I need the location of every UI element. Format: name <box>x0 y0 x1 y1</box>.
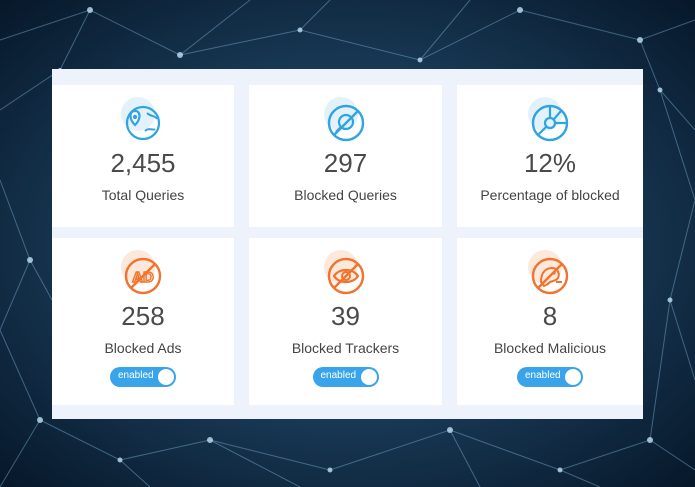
stat-card-blocked-trackers: 39 Blocked Trackers enabled <box>249 238 442 405</box>
stat-label: Blocked Ads <box>104 340 182 356</box>
toggle-label: enabled <box>118 370 154 381</box>
stats-panel: 2,455 Total Queries 297 Blocked Queries … <box>52 69 643 419</box>
blocked-malicious-icon <box>524 248 576 300</box>
toggle-label: enabled <box>525 370 561 381</box>
stat-label: Percentage of blocked <box>480 187 620 203</box>
stat-card-percentage-blocked: 12% Percentage of blocked <box>457 85 643 227</box>
malicious-blocking-toggle[interactable]: enabled <box>517 367 583 387</box>
toggle-knob <box>360 369 377 385</box>
stat-value: 2,455 <box>110 148 176 178</box>
ads-blocking-toggle[interactable]: enabled <box>110 367 176 387</box>
pie-chart-icon <box>524 95 576 147</box>
globe-pin-icon <box>117 95 169 147</box>
stat-label: Blocked Queries <box>294 187 397 203</box>
stat-card-blocked-queries: 297 Blocked Queries <box>249 85 442 227</box>
stat-card-blocked-malicious: 8 Blocked Malicious enabled <box>457 238 643 405</box>
stat-value: 12% <box>523 148 577 178</box>
stat-card-blocked-ads: AD 258 Blocked Ads enabled <box>52 238 234 405</box>
stat-label: Blocked Trackers <box>291 340 400 356</box>
stat-label: Blocked Malicious <box>493 340 607 356</box>
stat-value: 258 <box>121 301 165 331</box>
stat-label: Total Queries <box>101 187 185 203</box>
toggle-knob <box>158 369 174 385</box>
blocked-search-icon <box>320 95 372 147</box>
stat-value: 297 <box>323 148 368 178</box>
stat-value: 39 <box>331 301 360 331</box>
toggle-knob <box>565 369 581 385</box>
blocked-tracker-icon <box>320 248 372 300</box>
blocked-ad-icon: AD <box>117 248 169 300</box>
stat-value: 8 <box>542 301 558 331</box>
toggle-label: enabled <box>320 370 357 381</box>
trackers-blocking-toggle[interactable]: enabled <box>312 367 379 387</box>
stat-card-total-queries: 2,455 Total Queries <box>52 85 234 227</box>
